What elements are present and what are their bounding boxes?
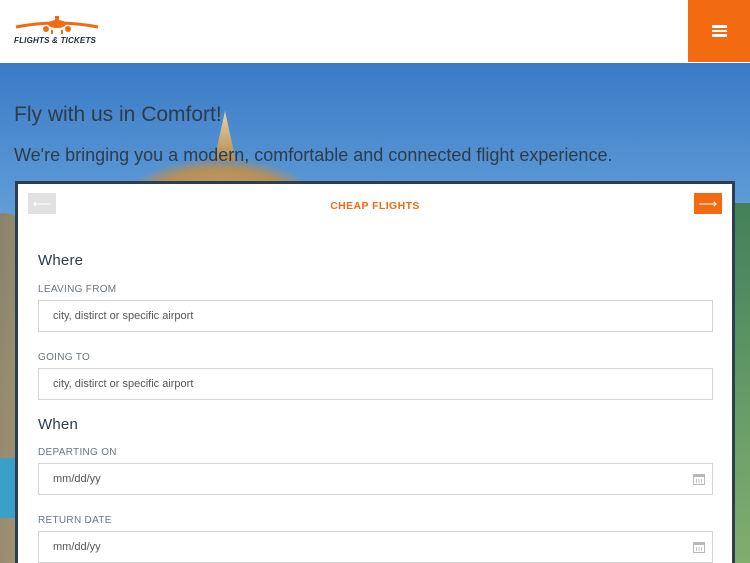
calendar-icon[interactable]	[693, 474, 705, 485]
airplane-logo-icon	[15, 16, 99, 34]
flight-search-panel: ⟵ CHEAP FLIGHTS ⟶ Where LEAVING FROM GOI…	[15, 181, 735, 563]
when-heading: When	[38, 416, 78, 433]
next-button[interactable]: ⟶	[694, 193, 722, 214]
arrow-right-icon: ⟶	[698, 196, 718, 211]
departing-on-input[interactable]	[38, 463, 713, 495]
departing-on-label: DEPARTING ON	[38, 447, 117, 458]
hero-headline: Fly with us in Comfort!	[14, 103, 222, 126]
leaving-from-input[interactable]	[38, 300, 713, 332]
going-to-input[interactable]	[38, 368, 713, 400]
panel-title: CHEAP FLIGHTS	[330, 200, 420, 212]
where-heading: Where	[38, 252, 84, 269]
top-bar: FLIGHTS & TICKETS	[0, 0, 750, 63]
leaving-from-label: LEAVING FROM	[38, 284, 117, 295]
return-date-label: RETURN DATE	[38, 515, 112, 526]
return-date-input[interactable]	[38, 531, 713, 563]
menu-button[interactable]	[688, 0, 750, 62]
calendar-icon[interactable]	[693, 542, 705, 553]
site-logo[interactable]: FLIGHTS & TICKETS	[14, 14, 100, 50]
going-to-label: GOING TO	[38, 352, 91, 363]
hamburger-menu-icon	[712, 25, 727, 37]
logo-wordmark: FLIGHTS & TICKETS	[14, 36, 97, 45]
hero-subline: We're bringing you a modern, comfortable…	[14, 145, 613, 165]
